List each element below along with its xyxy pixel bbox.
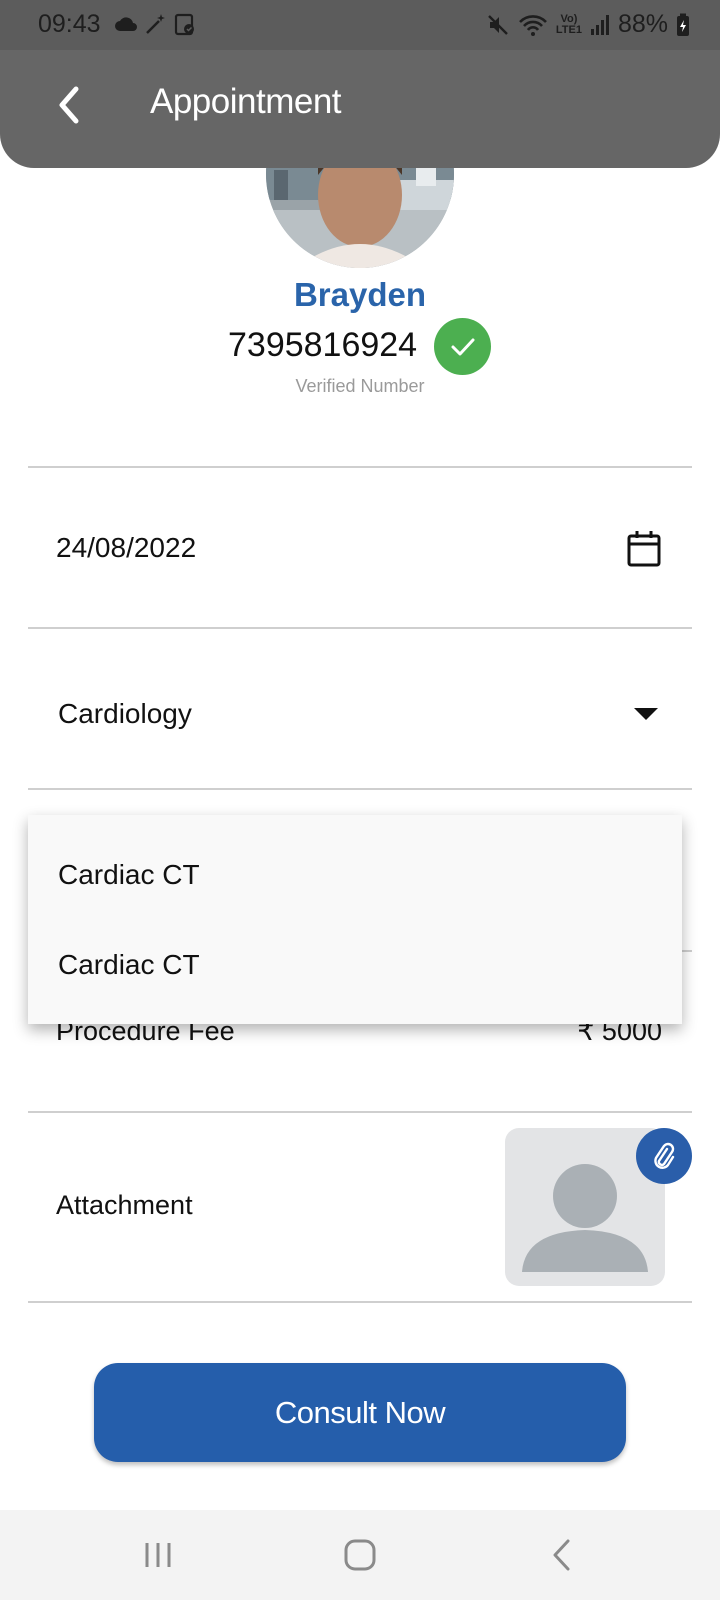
mute-icon: [488, 14, 508, 35]
status-bar: 09:43 Vo) LTE1 88%: [0, 0, 720, 50]
network-type: Vo) LTE1: [555, 12, 582, 36]
verified-label: Verified Number: [295, 376, 425, 396]
calendar-button[interactable]: [626, 530, 662, 568]
check-icon: [451, 338, 474, 355]
department-select[interactable]: Cardiology: [58, 698, 192, 730]
network-top-label: Vo): [560, 12, 578, 25]
divider: [28, 1301, 692, 1303]
back-icon: [553, 1539, 570, 1571]
attach-button[interactable]: [636, 1128, 692, 1184]
clipboard-icon: [174, 13, 194, 36]
network-bottom-label: LTE1: [555, 23, 582, 36]
nav-back-button[interactable]: [532, 1530, 592, 1580]
consult-now-button[interactable]: Consult Now: [94, 1363, 626, 1462]
status-time: 09:43: [38, 10, 101, 38]
page-title: Appointment: [150, 82, 342, 121]
back-button[interactable]: [44, 80, 94, 130]
chevron-left-icon: [59, 86, 79, 124]
calendar-icon: [627, 531, 661, 567]
app-bar: Appointment: [0, 44, 720, 168]
dropdown-option[interactable]: Cardiac CT: [58, 949, 200, 981]
date-field[interactable]: 24/08/2022: [56, 532, 196, 564]
signal-icon: [590, 14, 609, 35]
paperclip-icon: [654, 1142, 675, 1169]
navigation-bar: [0, 1510, 720, 1600]
divider: [28, 788, 692, 790]
home-icon: [344, 1539, 376, 1571]
battery-percentage: 88%: [617, 10, 668, 38]
appointment-screen: 09:43 Vo) LTE1 88% Appointment Brayden 7…: [0, 0, 720, 1600]
attachment-label: Attachment: [56, 1190, 193, 1220]
battery-charging-icon: [677, 13, 689, 36]
recent-apps-button[interactable]: [128, 1530, 188, 1580]
wifi-icon: [518, 14, 547, 36]
dropdown-arrow-icon[interactable]: [634, 708, 658, 720]
recent-apps-icon: [145, 1543, 171, 1567]
status-right: Vo) LTE1 88%: [486, 10, 690, 39]
verified-badge: [434, 318, 491, 375]
home-button[interactable]: [330, 1530, 390, 1580]
dropdown-option[interactable]: Cardiac CT: [58, 859, 200, 891]
status-left-icons: [114, 12, 196, 36]
divider: [28, 627, 692, 629]
department-dropdown-menu: Cardiac CT Cardiac CT: [28, 815, 682, 1024]
profile-name: Brayden: [293, 276, 427, 313]
divider: [28, 1111, 692, 1113]
divider: [28, 466, 692, 468]
magic-wand-icon: [146, 14, 165, 34]
cloud-icon: [115, 17, 137, 31]
phone-number: 7395816924: [228, 326, 418, 364]
